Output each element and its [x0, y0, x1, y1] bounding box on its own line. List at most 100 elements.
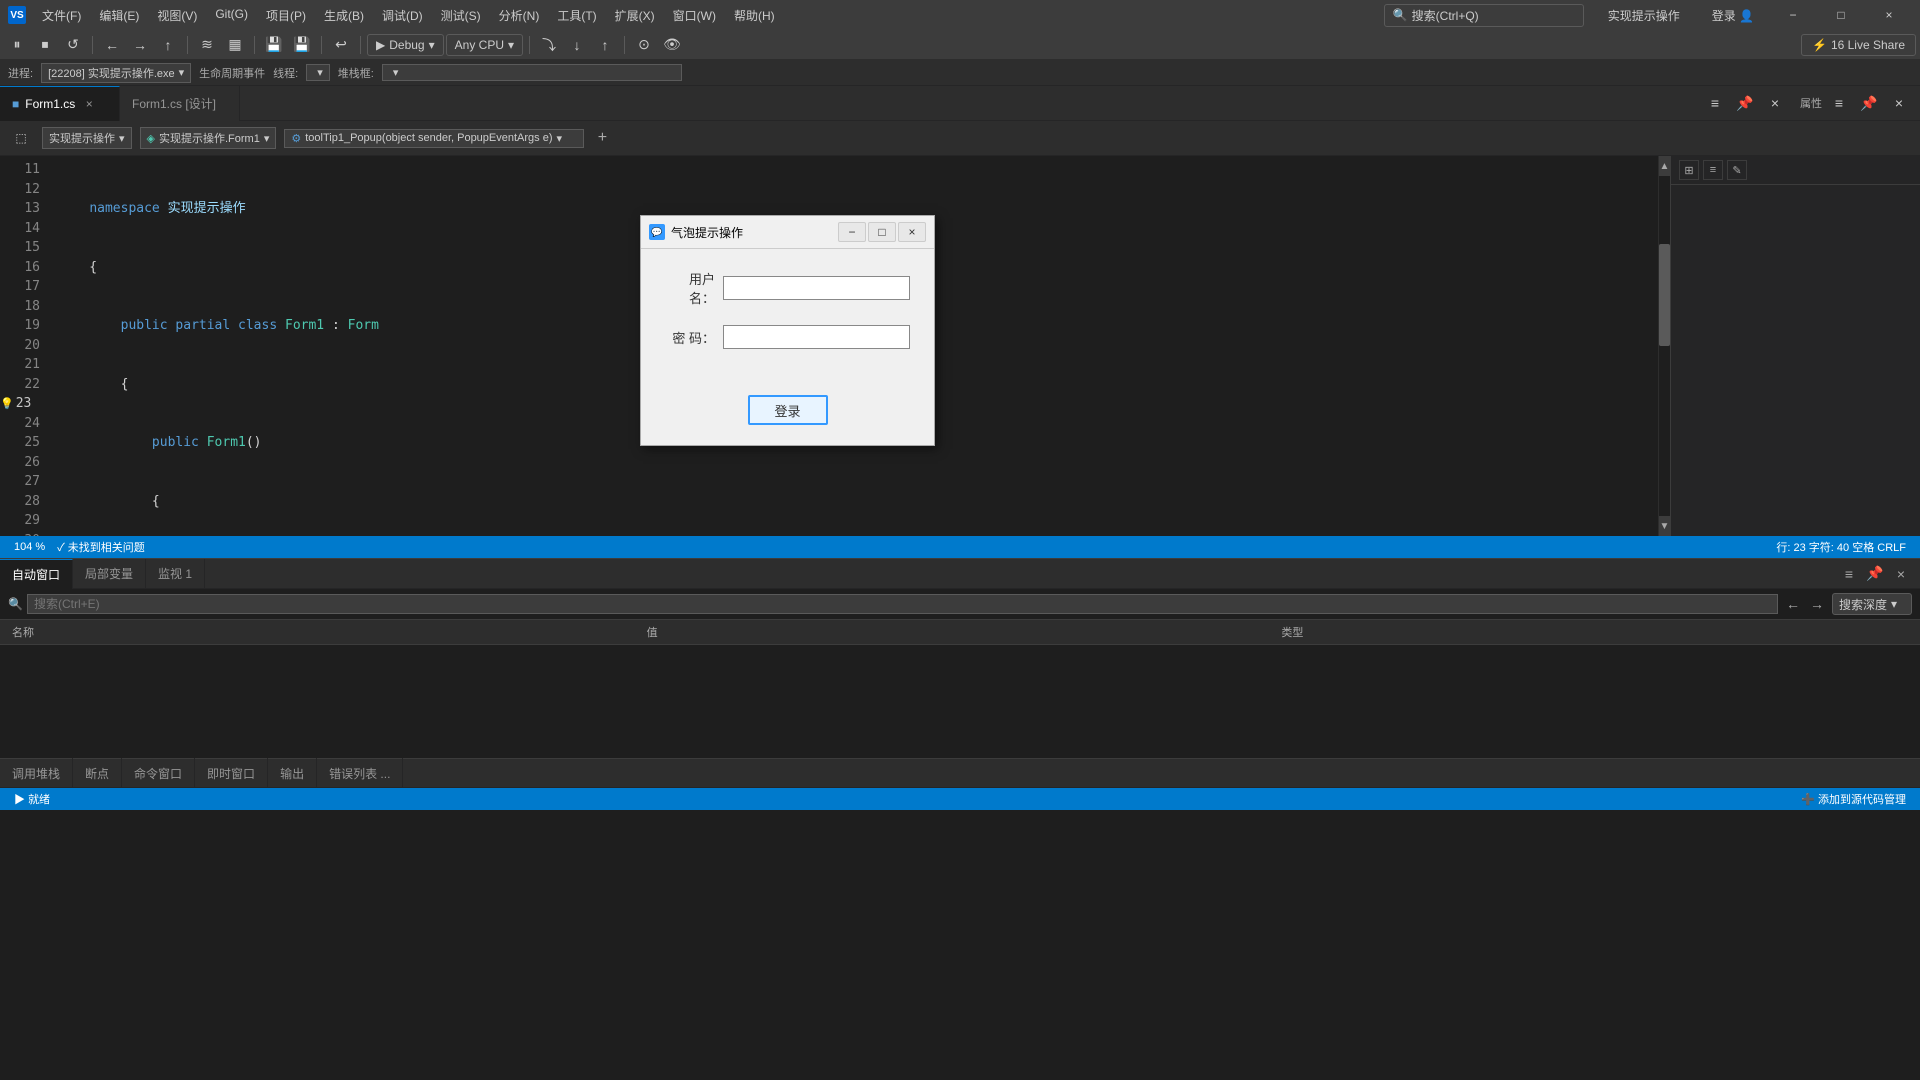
panel-pin-btn[interactable]: 📌 [1864, 563, 1886, 585]
tab-local-vars[interactable]: 局部变量 [73, 559, 146, 589]
step-out-button[interactable]: ↑ [592, 33, 618, 57]
thread-dropdown[interactable]: ▾ [306, 64, 330, 81]
properties-list-button[interactable]: ≡ [1826, 91, 1852, 115]
no-issues[interactable]: ✓ 未找到相关问题 [51, 539, 151, 555]
scroll-up-button[interactable]: ▲ [1659, 156, 1670, 176]
panel-list-btn[interactable]: ≡ [1838, 563, 1860, 585]
properties-icon-3[interactable]: ✎ [1727, 160, 1747, 180]
undo-button[interactable]: ↩ [328, 33, 354, 57]
cpu-dropdown[interactable]: Any CPU ▾ [446, 34, 523, 56]
forward-button[interactable]: → [127, 33, 153, 57]
dialog-minimize-button[interactable]: − [838, 222, 866, 242]
menu-analyze[interactable]: 分析(N) [491, 5, 548, 26]
properties-icon-1[interactable]: ⊞ [1679, 160, 1699, 180]
tab-breakpoints[interactable]: 断点 [73, 758, 122, 788]
scroll-down-button[interactable]: ▼ [1659, 516, 1670, 536]
menu-file[interactable]: 文件(F) [34, 5, 89, 26]
dialog-close-button[interactable]: × [898, 222, 926, 242]
tab-form1-design[interactable]: Form1.cs [设计] [120, 86, 240, 121]
bottom-tabs-bar: 调用堆栈 断点 命令窗口 即时窗口 输出 错误列表 ... [0, 758, 1920, 788]
tab-command-window[interactable]: 命令窗口 [122, 758, 195, 788]
search-forward-btn[interactable]: → [1806, 593, 1828, 615]
up-button[interactable]: ↑ [155, 33, 181, 57]
watch-button[interactable]: 👁 [659, 33, 685, 57]
menu-view[interactable]: 视图(V) [149, 5, 205, 26]
tab-close-all-button[interactable]: × [1762, 91, 1788, 115]
tab-close-button[interactable]: × [81, 96, 97, 112]
save-all-button[interactable]: 💾 [289, 33, 315, 57]
class-dropdown[interactable]: ◈ 实现提示操作.Form1 ▾ [140, 127, 277, 149]
toolbar-btn-3[interactable]: ≋ [194, 33, 220, 57]
scope-chevron: ▾ [119, 132, 125, 145]
login-label[interactable]: 登录 👤 [1704, 5, 1762, 26]
window-maximize-button[interactable]: □ [1818, 0, 1864, 30]
menu-tools[interactable]: 工具(T) [549, 5, 604, 26]
line-info[interactable]: 行: 23 字符: 40 空格 CRLF [1770, 539, 1912, 555]
debug-dropdown[interactable]: ▶ Debug ▾ [367, 34, 444, 56]
window-minimize-button[interactable]: − [1770, 0, 1816, 30]
title-search[interactable]: 🔍 搜索(Ctrl+Q) [1384, 4, 1584, 27]
password-input[interactable] [723, 325, 910, 349]
vertical-scrollbar[interactable]: ▲ ▼ [1658, 156, 1670, 536]
menu-debug[interactable]: 调试(D) [374, 5, 431, 26]
menu-edit[interactable]: 编辑(E) [91, 5, 147, 26]
toolbar-separator-2 [187, 36, 188, 54]
add-to-source-control[interactable]: ➕ 添加到源代码管理 [1795, 791, 1912, 807]
method-dropdown[interactable]: ⚙ toolTip1_Popup(object sender, PopupEve… [284, 129, 584, 148]
breakpoint-button[interactable]: ⊙ [631, 33, 657, 57]
tab-form1-cs[interactable]: ■ Form1.cs × [0, 86, 120, 121]
toolbar-btn-4[interactable]: ▦ [222, 33, 248, 57]
thread-label: 线程: [273, 65, 298, 81]
process-label: 进程: [8, 65, 33, 81]
menu-git[interactable]: Git(G) [207, 5, 256, 26]
editor-status-bar: 104 % ✓ 未找到相关问题 行: 23 字符: 40 空格 CRLF [0, 536, 1920, 558]
back-button[interactable]: ← [99, 33, 125, 57]
username-input[interactable] [723, 276, 910, 300]
menu-test[interactable]: 测试(S) [433, 5, 489, 26]
nav-add-button[interactable]: + [592, 128, 612, 148]
debug-label: Debug [389, 38, 424, 52]
search-icon: 🔍 [8, 597, 23, 611]
zoom-level[interactable]: 104 % [8, 541, 51, 553]
tab-auto-window[interactable]: 自动窗口 [0, 559, 73, 589]
tab-call-stack[interactable]: 调用堆栈 [0, 758, 73, 788]
lifecycle-label: 生命周期事件 [199, 65, 265, 81]
stop-button[interactable]: ⏹ [32, 33, 58, 57]
password-field: 密 码： [665, 325, 910, 349]
stack-dropdown[interactable]: ▾ [382, 64, 682, 81]
live-share-button[interactable]: ⚡ 16 Live Share [1801, 34, 1916, 56]
properties-icon-2[interactable]: ≡ [1703, 160, 1723, 180]
panel-close-btn[interactable]: × [1890, 563, 1912, 585]
menu-project[interactable]: 项目(P) [258, 5, 314, 26]
pause-button[interactable]: ⏸ [4, 33, 30, 57]
step-over-button[interactable]: ⤵ [536, 33, 562, 57]
menu-bar: 文件(F) 编辑(E) 视图(V) Git(G) 项目(P) 生成(B) 调试(… [34, 5, 1376, 26]
tab-list-button[interactable]: ≡ [1702, 91, 1728, 115]
process-dropdown[interactable]: [22208] 实现提示操作.exe ▾ [41, 63, 191, 83]
properties-pin-button[interactable]: 📌 [1856, 91, 1882, 115]
menu-window[interactable]: 窗口(W) [665, 5, 724, 26]
tab-immediate-window[interactable]: 即时窗口 [195, 758, 268, 788]
auto-search-input[interactable] [27, 594, 1778, 614]
step-into-button[interactable]: ↓ [564, 33, 590, 57]
properties-close-button[interactable]: × [1886, 91, 1912, 115]
toolbar-separator-7 [624, 36, 625, 54]
dialog-maximize-button[interactable]: □ [868, 222, 896, 242]
nav-bar: ⬚ 实现提示操作 ▾ ◈ 实现提示操作.Form1 ▾ ⚙ toolTip1_P… [0, 121, 1920, 156]
menu-extension[interactable]: 扩展(X) [607, 5, 663, 26]
tab-output[interactable]: 输出 [268, 758, 317, 788]
tab-watch-1[interactable]: 监视 1 [146, 559, 205, 589]
save-button[interactable]: 💾 [261, 33, 287, 57]
window-close-button[interactable]: × [1866, 0, 1912, 30]
search-back-btn[interactable]: ← [1782, 593, 1804, 615]
menu-build[interactable]: 生成(B) [316, 5, 372, 26]
scroll-thumb[interactable] [1659, 244, 1670, 346]
tab-error-list[interactable]: 错误列表 ... [317, 758, 403, 788]
menu-help[interactable]: 帮助(H) [726, 5, 783, 26]
scope-dropdown[interactable]: 实现提示操作 ▾ [42, 127, 132, 149]
restart-button[interactable]: ↺ [60, 33, 86, 57]
dialog-login-button[interactable]: 登录 [748, 395, 828, 425]
tab-pin-button[interactable]: 📌 [1732, 91, 1758, 115]
search-depth-dropdown[interactable]: 搜索深度 ▾ [1832, 593, 1912, 615]
toolbar-separator-5 [360, 36, 361, 54]
